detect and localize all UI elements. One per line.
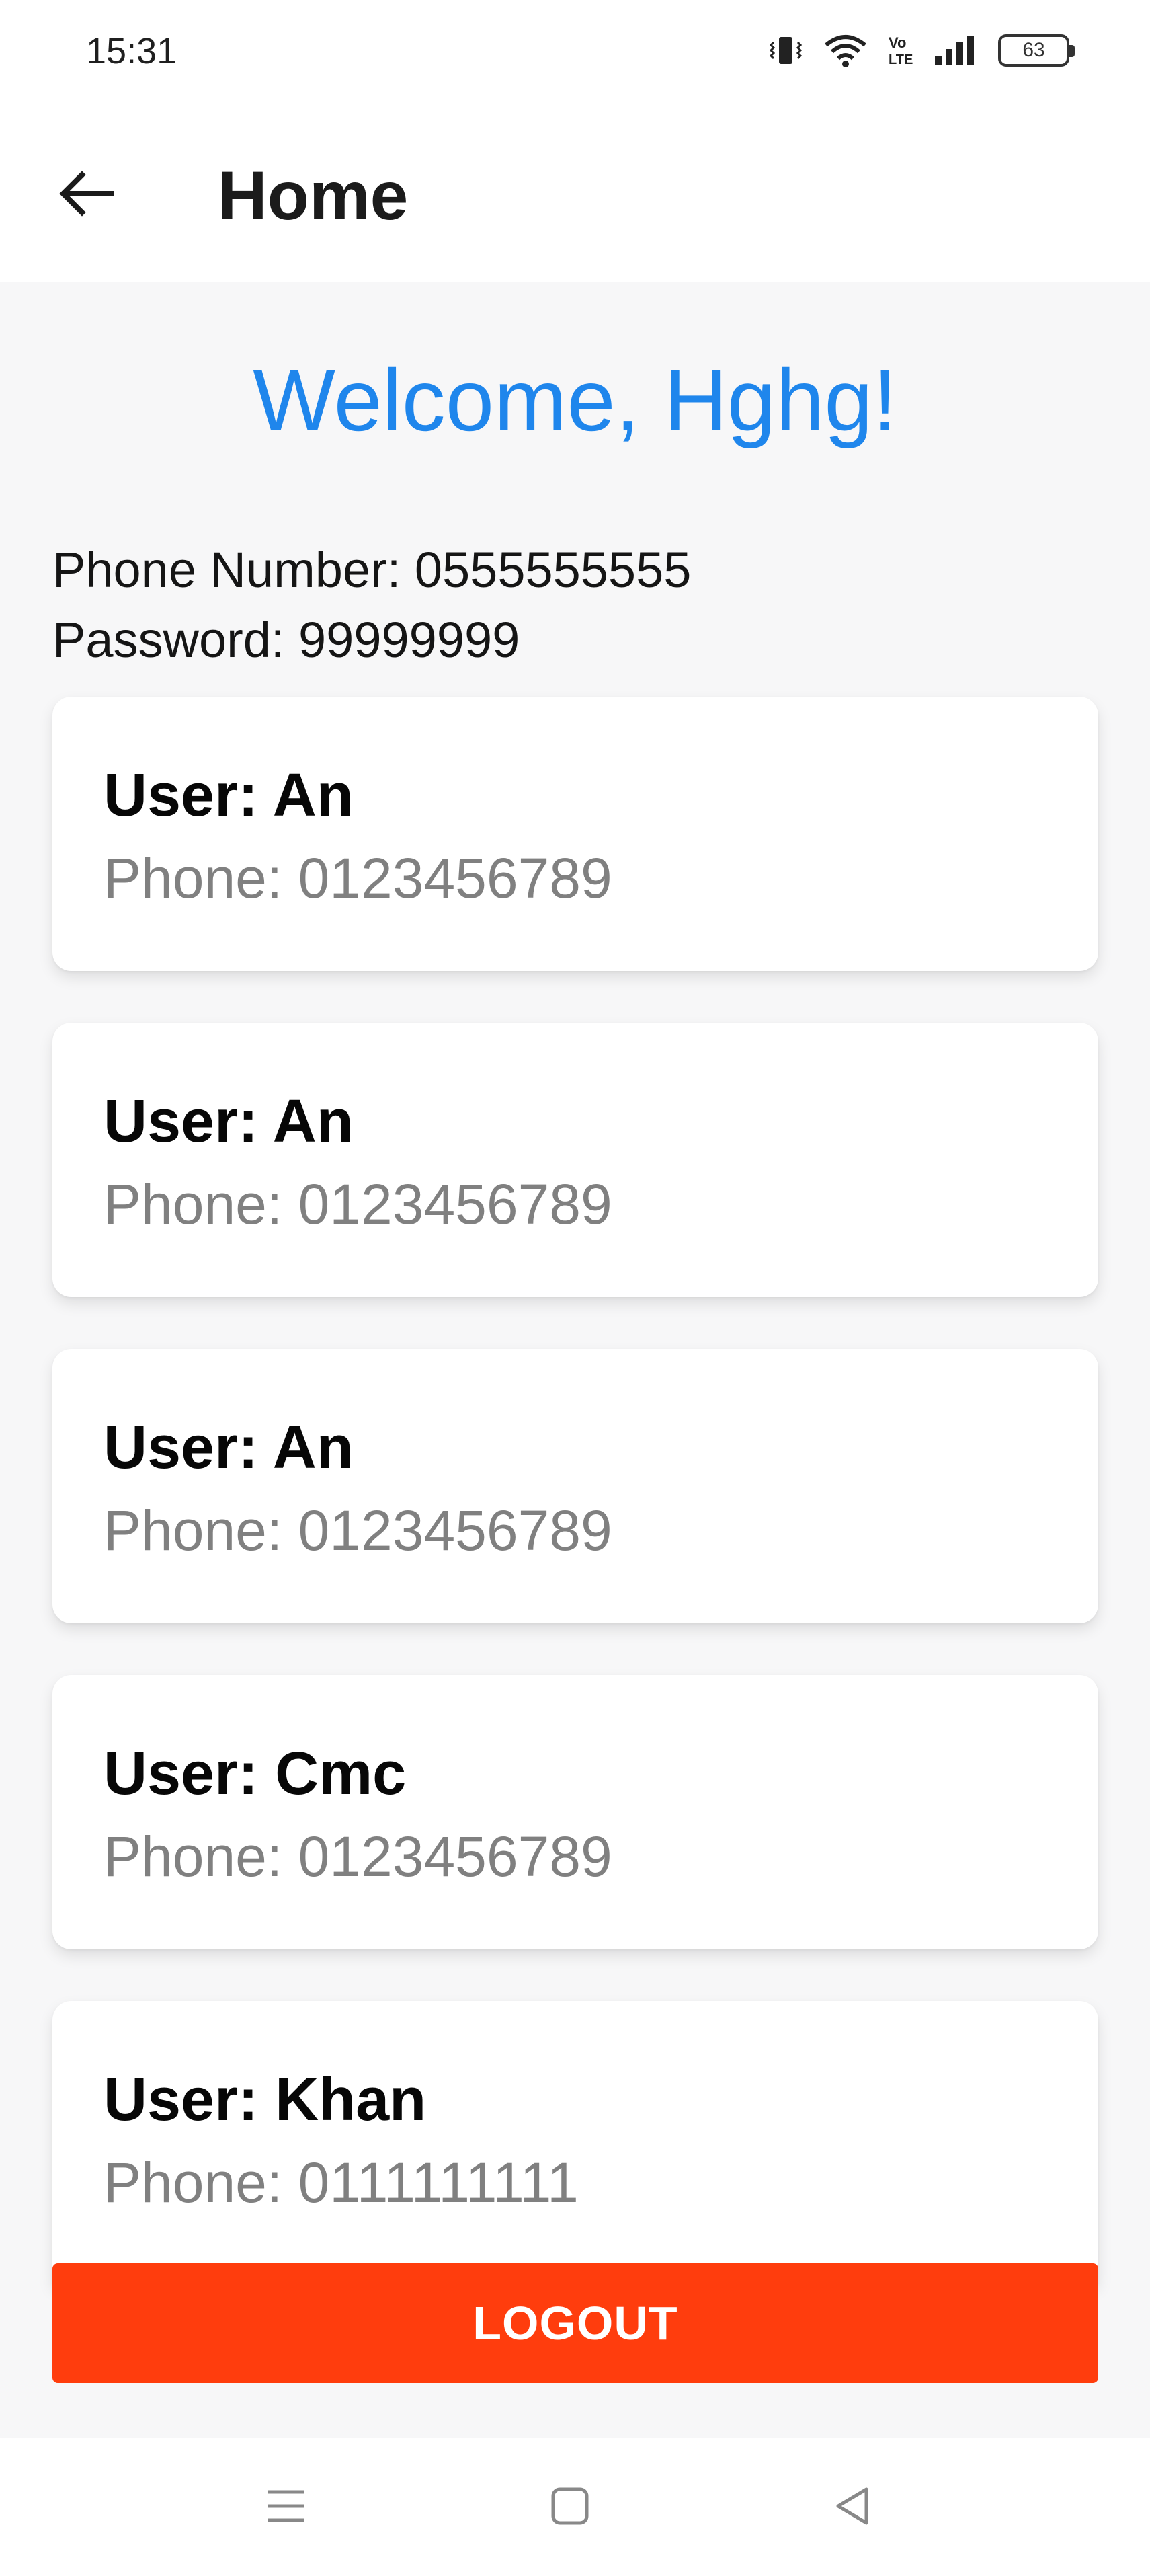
svg-text:LTE: LTE	[889, 52, 913, 67]
user-phone: Phone: 0123456789	[104, 1173, 612, 1236]
user-name: User: An	[104, 762, 354, 829]
welcome-heading: Welcome, Hghg!	[253, 351, 897, 449]
status-bar: 15:31 Vo LTE 63	[0, 0, 1150, 108]
user-name: User: Khan	[104, 2066, 427, 2134]
app-bar: Home	[0, 108, 1150, 282]
back-button[interactable]	[47, 155, 128, 235]
volte-icon: Vo LTE	[887, 32, 913, 69]
menu-icon	[263, 2483, 310, 2533]
status-icons: Vo LTE 63	[767, 27, 1075, 74]
user-list: User: An Phone: 0123456789 User: An Phon…	[52, 697, 1098, 2335]
page-title: Home	[218, 157, 409, 234]
recent-apps-button[interactable]	[256, 2477, 317, 2538]
logout-button[interactable]: LOGOUT	[52, 2263, 1098, 2383]
user-card[interactable]: User: An Phone: 0123456789	[52, 1023, 1098, 1297]
user-card[interactable]: User: An Phone: 0123456789	[52, 1349, 1098, 1623]
user-name: User: An	[104, 1088, 354, 1155]
signal-icon	[932, 32, 979, 69]
battery-icon: 63	[998, 34, 1075, 67]
vibrate-icon	[767, 32, 805, 69]
user-name: User: Cmc	[104, 1740, 407, 1807]
user-card[interactable]: User: An Phone: 0123456789	[52, 697, 1098, 971]
user-phone: Phone: 0123456789	[104, 847, 612, 910]
password-text: Password: 99999999	[52, 612, 520, 668]
system-back-button[interactable]	[822, 2477, 882, 2538]
status-time: 15:31	[86, 31, 177, 71]
user-name: User: An	[104, 1414, 354, 1481]
account-info: Phone Number: 0555555555 Password: 99999…	[52, 535, 691, 675]
svg-text:Vo: Vo	[889, 34, 906, 51]
home-square-icon	[546, 2483, 593, 2533]
arrow-left-icon	[55, 161, 120, 229]
user-phone: Phone: 0123456789	[104, 1825, 612, 1888]
system-nav-bar	[0, 2438, 1150, 2576]
home-button[interactable]	[540, 2477, 600, 2538]
phone-number-text: Phone Number: 0555555555	[52, 542, 692, 598]
user-phone: Phone: 0123456789	[104, 1499, 612, 1562]
wifi-icon	[823, 32, 868, 69]
user-card[interactable]: User: Khan Phone: 0111111111	[52, 2001, 1098, 2284]
user-phone: Phone: 0111111111	[104, 2151, 579, 2214]
user-card[interactable]: User: Cmc Phone: 0123456789	[52, 1675, 1098, 1949]
back-triangle-icon	[829, 2483, 876, 2533]
